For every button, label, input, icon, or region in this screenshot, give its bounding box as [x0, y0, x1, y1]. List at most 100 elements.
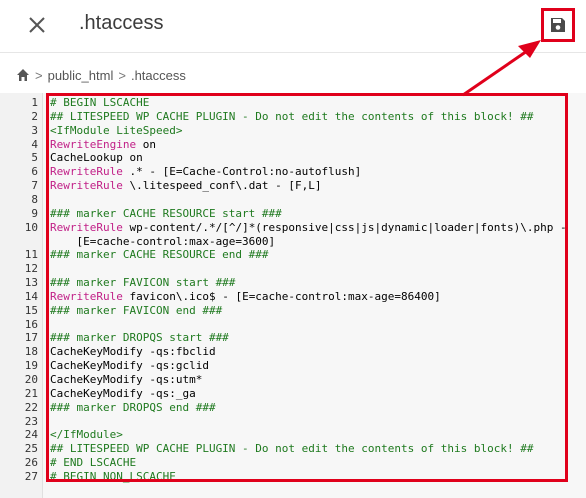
code-token: \.litespeed_conf\.dat - [F,L]: [122, 179, 322, 193]
line-number: 7: [31, 179, 38, 193]
line-number: 9: [31, 206, 38, 220]
line-number: 12: [24, 262, 38, 276]
code-text: ### marker CACHE RESOURCE start ###: [50, 207, 282, 221]
close-icon[interactable]: [24, 12, 50, 38]
code-line: 9 ### marker CACHE RESOURCE start ###: [0, 207, 586, 221]
line-number: 17: [24, 331, 38, 345]
code-line: 5 CacheLookup on: [0, 151, 586, 165]
code-line: 7 RewriteRule \.litespeed_conf\.dat - [F,…: [0, 179, 586, 193]
code-line: 21 CacheKeyModify -qs:_ga: [0, 387, 586, 401]
breadcrumb: > public_html > .htaccess: [16, 66, 186, 84]
line-number: 13: [24, 276, 38, 290]
code-token: RewriteRule: [50, 179, 123, 193]
code-line: 1 # BEGIN LSCACHE: [0, 96, 586, 110]
line-number: 19: [24, 359, 38, 373]
code-text: CacheKeyModify -qs:fbclid: [50, 345, 216, 359]
line-number: 16: [24, 317, 38, 331]
line-number: 14: [24, 289, 38, 303]
code-text: </IfModule>: [50, 428, 123, 442]
code-token: CacheKeyModify -qs:utm*: [50, 373, 203, 386]
code-token: ## LITESPEED WP CACHE PLUGIN - Do not ed…: [50, 109, 534, 123]
code-token: ### marker CACHE RESOURCE start ###: [50, 206, 282, 220]
code-line: 17 ### marker DROPQS start ###: [0, 331, 586, 345]
line-number: 1: [31, 96, 38, 109]
code-text: CacheKeyModify -qs:utm*: [50, 373, 202, 387]
code-token: ## LITESPEED WP CACHE PLUGIN - Do not ed…: [50, 442, 534, 456]
line-number: 15: [24, 303, 38, 317]
line-number: 22: [24, 400, 38, 414]
code-token: RewriteRule: [50, 165, 123, 179]
code-line: 3 <IfModule LiteSpeed>: [0, 124, 586, 138]
code-token: # BEGIN NON_LSCACHE: [50, 469, 176, 483]
code-text: ## LITESPEED WP CACHE PLUGIN - Do not ed…: [50, 442, 533, 456]
code-token: favicon\.ico$ - [E=cache-control:max-age…: [122, 289, 441, 303]
line-number: 23: [24, 414, 38, 428]
code-text: ## LITESPEED WP CACHE PLUGIN - Do not ed…: [50, 110, 533, 124]
line-number: 5: [31, 151, 38, 165]
code-text: ### marker DROPQS end ###: [50, 401, 216, 415]
code-editor[interactable]: 1 # BEGIN LSCACHE 2 ## LITESPEED WP CACHE P…: [0, 93, 586, 498]
code-token: CacheKeyModify -qs:fbclid: [50, 345, 216, 359]
code-token: ### marker FAVICON end ###: [50, 303, 223, 317]
breadcrumb-separator: >: [118, 67, 126, 83]
line-number: 25: [24, 442, 38, 456]
home-icon[interactable]: [16, 68, 30, 82]
code-token: RewriteRule: [50, 220, 123, 234]
line-number: 6: [31, 165, 38, 179]
code-line: 24 </IfModule>: [0, 428, 586, 442]
code-line: 13 ### marker FAVICON start ###: [0, 276, 586, 290]
code-token: on: [136, 137, 156, 151]
line-number: 18: [24, 345, 38, 359]
code-line: 12: [0, 262, 586, 276]
code-token: CacheLookup on: [50, 151, 143, 165]
line-number: 10: [24, 220, 38, 234]
save-highlight: [541, 8, 575, 42]
code-line: 2 ## LITESPEED WP CACHE PLUGIN - Do not e…: [0, 110, 586, 124]
code-line: 23: [0, 415, 586, 429]
save-icon[interactable]: [550, 17, 566, 33]
code-token: .* - [E=Cache-Control:no-autoflush]: [122, 165, 362, 179]
breadcrumb-item-public-html[interactable]: public_html: [48, 68, 114, 83]
code-text: ### marker DROPQS start ###: [50, 331, 229, 345]
code-token: CacheKeyModify -qs:gclid: [50, 359, 209, 373]
code-line: 8: [0, 193, 586, 207]
line-number: 2: [31, 109, 38, 123]
code-line: 25 ## LITESPEED WP CACHE PLUGIN - Do not …: [0, 442, 586, 456]
code-text: RewriteRule favicon\.ico$ - [E=cache-con…: [50, 290, 441, 304]
code-token: RewriteRule: [50, 289, 123, 303]
header-divider: [0, 52, 586, 53]
code-line: 11 ### marker CACHE RESOURCE end ###: [0, 248, 586, 262]
line-number: 27: [24, 469, 38, 483]
code-line: 19 CacheKeyModify -qs:gclid: [0, 359, 586, 373]
code-line: 4 RewriteEngine on: [0, 138, 586, 152]
line-number: 11: [24, 248, 38, 262]
code-token: wp-content/.*/[^/]*(responsive|css|js|dy…: [122, 220, 567, 234]
code-token: ### marker FAVICON start ###: [50, 276, 236, 290]
code-token: CacheKeyModify -qs:_ga: [50, 386, 196, 400]
code-token: ### marker DROPQS start ###: [50, 331, 229, 345]
code-line: 10 RewriteRule wp-content/.*/[^/]*(respon…: [0, 221, 586, 235]
code-text: CacheKeyModify -qs:_ga: [50, 387, 196, 401]
code-line: 22 ### marker DROPQS end ###: [0, 401, 586, 415]
code-text: ### marker FAVICON end ###: [50, 304, 222, 318]
code-line: 14 RewriteRule favicon\.ico$ - [E=cache-c…: [0, 290, 586, 304]
code-line: 27 # BEGIN NON_LSCACHE: [0, 470, 586, 484]
code-text: CacheKeyModify -qs:gclid: [50, 359, 209, 373]
code-text: RewriteRule .* - [E=Cache-Control:no-aut…: [50, 165, 361, 179]
breadcrumb-separator: >: [35, 67, 43, 83]
code-token: ### marker CACHE RESOURCE end ###: [50, 248, 269, 262]
breadcrumb-item-htaccess: .htaccess: [130, 67, 186, 83]
code-text: [E=cache-control:max-age=3600]: [50, 235, 275, 249]
code-line: [E=cache-control:max-age=3600]: [0, 235, 586, 249]
code-text: RewriteEngine on: [50, 138, 156, 152]
line-number: 24: [24, 428, 38, 442]
line-number: 8: [31, 192, 38, 206]
code-text: # BEGIN NON_LSCACHE: [50, 470, 176, 484]
code-text: # BEGIN LSCACHE: [50, 96, 149, 110]
code-token: ### marker DROPQS end ###: [50, 400, 216, 414]
line-number: 26: [24, 456, 38, 470]
code-token: </IfModule>: [50, 428, 123, 442]
line-number: 3: [31, 123, 38, 137]
code-token: RewriteEngine: [50, 137, 137, 151]
code-line: 15 ### marker FAVICON end ###: [0, 304, 586, 318]
